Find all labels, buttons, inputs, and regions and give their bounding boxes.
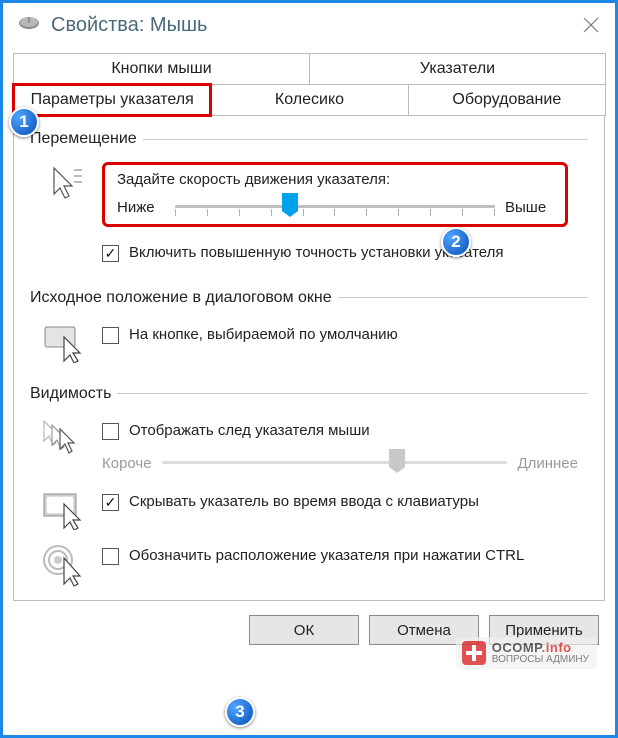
group-snapto-legend: Исходное положение в диалоговом окне: [30, 289, 338, 307]
speed-slow-label: Ниже: [117, 199, 165, 216]
trails-long-label: Длиннее: [517, 455, 578, 472]
tab-buttons[interactable]: Кнопки мыши: [13, 53, 310, 84]
hide-typing-checkbox[interactable]: Скрывать указатель во время ввода с клав…: [102, 488, 578, 516]
group-motion-legend: Перемещение: [30, 130, 143, 148]
checkbox-icon: [102, 245, 119, 262]
tab-wheel[interactable]: Колесико: [210, 84, 408, 116]
ctrl-locate-checkbox[interactable]: Обозначить расположение указателя при на…: [102, 542, 578, 570]
tab-pointer-options[interactable]: Параметры указателя: [13, 84, 211, 116]
group-snapto: Исходное положение в диалоговом окне На …: [30, 289, 588, 371]
group-visibility-legend: Видимость: [30, 385, 117, 403]
trails-length-slider: [162, 450, 508, 476]
ctrl-locate-icon: [30, 542, 102, 588]
mouse-icon: [17, 14, 41, 37]
trails-label: Отображать след указателя мыши: [129, 421, 370, 441]
titlebar: Свойства: Мышь: [3, 3, 615, 47]
checkbox-icon: [102, 548, 119, 565]
ctrl-locate-label: Обозначить расположение указателя при на…: [129, 546, 524, 566]
window-title: Свойства: Мышь: [51, 14, 207, 37]
tab-pointers[interactable]: Указатели: [309, 53, 606, 84]
tab-hardware[interactable]: Оборудование: [408, 84, 606, 116]
trails-short-label: Короче: [102, 455, 152, 472]
snapto-checkbox[interactable]: На кнопке, выбираемой по умолчанию: [102, 321, 578, 349]
callout-1: 1: [9, 107, 39, 137]
callout-2: 2: [441, 227, 471, 257]
enhance-precision-checkbox[interactable]: Включить повышенную точность установки у…: [102, 239, 578, 267]
pointer-speed-slider[interactable]: [175, 194, 495, 220]
close-button[interactable]: [579, 13, 603, 37]
checkbox-icon: [102, 327, 119, 344]
snapto-icon: [30, 321, 102, 363]
checkbox-icon: [102, 423, 119, 440]
pointer-speed-box: Задайте скорость движения указателя: Ниж…: [102, 162, 568, 227]
hide-typing-label: Скрывать указатель во время ввода с клав…: [129, 492, 479, 512]
speed-fast-label: Выше: [505, 199, 553, 216]
trails-icon: [30, 417, 102, 459]
callout-3: 3: [225, 697, 255, 727]
pointer-speed-prompt: Задайте скорость движения указателя:: [117, 171, 553, 188]
watermark-cross-icon: [462, 641, 486, 665]
watermark-brand: OCOMP: [492, 640, 542, 655]
ok-button[interactable]: ОК: [249, 615, 359, 645]
watermark-tld: .info: [542, 640, 572, 655]
tabs-row-2: Параметры указателя Колесико Оборудовани…: [13, 84, 605, 116]
trails-checkbox[interactable]: Отображать след указателя мыши: [102, 417, 578, 445]
cursor-speed-icon: [30, 162, 102, 204]
group-visibility: Видимость Отображать след указателя мыши: [30, 385, 588, 597]
snapto-label: На кнопке, выбираемой по умолчанию: [129, 325, 398, 345]
checkbox-icon: [102, 494, 119, 511]
hide-typing-icon: [30, 488, 102, 530]
watermark-subtitle: ВОПРОСЫ АДМИНУ: [492, 655, 589, 666]
watermark: OCOMP.info ВОПРОСЫ АДМИНУ: [456, 637, 597, 669]
tabs-row-1: Кнопки мыши Указатели: [13, 53, 605, 84]
group-motion: Перемещение Задайте скорость движения ук…: [30, 130, 588, 275]
